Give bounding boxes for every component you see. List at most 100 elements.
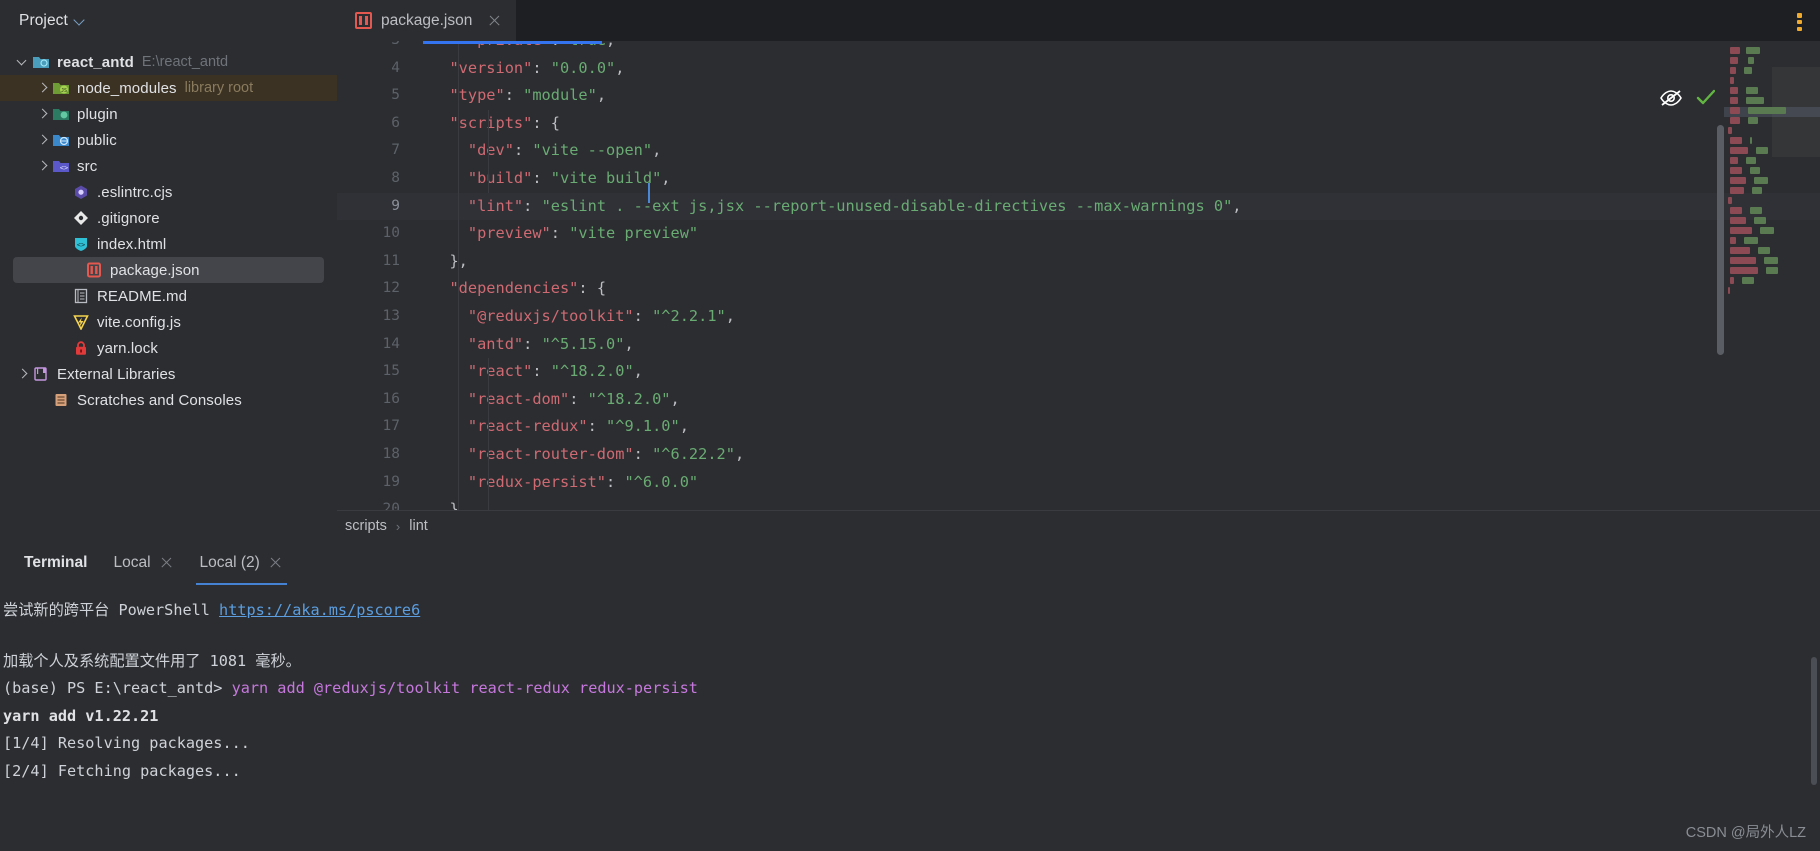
code-line[interactable]: "react-router-dom": "^6.22.2", bbox=[423, 441, 1820, 469]
code-line[interactable]: "@reduxjs/toolkit": "^2.2.1", bbox=[423, 303, 1820, 331]
main-row: react_antd E:\react_antd JS node_modules lib… bbox=[0, 41, 1820, 541]
code-line[interactable]: "react-dom": "^18.2.0", bbox=[423, 386, 1820, 414]
source-folder-icon: <> bbox=[52, 158, 70, 174]
minimap-string-block bbox=[1746, 87, 1758, 94]
inspection-widget[interactable] bbox=[1660, 89, 1716, 106]
minimap-key-block bbox=[1730, 177, 1746, 184]
text-caret bbox=[648, 182, 650, 203]
minimap-line bbox=[1724, 147, 1820, 157]
project-panel-header[interactable]: Project bbox=[0, 0, 337, 41]
code-line[interactable]: "build": "vite build", bbox=[423, 165, 1820, 193]
close-icon[interactable] bbox=[160, 556, 174, 570]
chevron-right-icon[interactable] bbox=[34, 153, 52, 179]
code-line[interactable]: "react": "^18.2.0", bbox=[423, 358, 1820, 386]
tree-item-label: react_antd bbox=[57, 53, 134, 71]
chevron-down-icon[interactable] bbox=[75, 15, 86, 26]
tree-item-yarn-lock[interactable]: yarn.lock bbox=[0, 335, 337, 361]
minimap-string-block bbox=[1760, 227, 1774, 234]
terminal-output[interactable]: 尝试新的跨平台 PowerShell https://aka.ms/pscore… bbox=[0, 585, 1820, 851]
tree-item--gitignore[interactable]: .gitignore bbox=[0, 205, 337, 231]
tree-item-label: External Libraries bbox=[57, 365, 176, 383]
chevron-right-icon[interactable] bbox=[34, 127, 52, 153]
minimap-key-block bbox=[1730, 147, 1748, 154]
tree-item-plugin[interactable]: plugin bbox=[0, 101, 337, 127]
code-line[interactable]: "antd": "^5.15.0", bbox=[423, 331, 1820, 359]
tree-item-label: vite.config.js bbox=[97, 313, 181, 331]
tree-item-scratches-and-consoles[interactable]: Scratches and Consoles bbox=[0, 387, 337, 413]
editor-tab-label: package.json bbox=[381, 11, 473, 29]
tree-item--eslintrc-cjs[interactable]: .eslintrc.cjs bbox=[0, 179, 337, 205]
minimap-line bbox=[1724, 177, 1820, 187]
lock-file-icon bbox=[72, 340, 90, 356]
watermark: CSDN @局外人LZ bbox=[1685, 825, 1806, 841]
tree-item-src[interactable]: <> src bbox=[0, 153, 337, 179]
minimap-line bbox=[1724, 157, 1820, 167]
tree-item-vite-config-js[interactable]: vite.config.js bbox=[0, 309, 337, 335]
code-line[interactable]: }, bbox=[423, 496, 1820, 510]
check-ok-icon[interactable] bbox=[1696, 89, 1716, 106]
terminal-title-label: Terminal bbox=[24, 554, 88, 571]
minimap-line bbox=[1724, 97, 1820, 107]
terminal-text: 尝试新的跨平台 PowerShell bbox=[3, 601, 220, 619]
chevron-right-icon[interactable] bbox=[34, 75, 52, 101]
code-line[interactable]: "redux-persist": "^6.0.0" bbox=[423, 469, 1820, 497]
minimap-key-block bbox=[1730, 237, 1736, 244]
code-line[interactable]: "preview": "vite preview" bbox=[423, 220, 1820, 248]
code-line[interactable]: }, bbox=[423, 248, 1820, 276]
minimap-key-block bbox=[1730, 227, 1752, 234]
close-icon[interactable] bbox=[487, 13, 502, 28]
tree-item-external-libraries[interactable]: External Libraries bbox=[0, 361, 337, 387]
line-number-gutter: 345678910111213141516171819202122 bbox=[337, 41, 423, 510]
tree-item-public[interactable]: public bbox=[0, 127, 337, 153]
code-content[interactable]: "private": true, "version": "0.0.0", "ty… bbox=[423, 41, 1820, 510]
terminal-link[interactable]: https://aka.ms/pscore6 bbox=[219, 601, 420, 619]
minimap-string-block bbox=[1766, 267, 1778, 274]
minimap-line bbox=[1724, 67, 1820, 77]
editor-vertical-scrollbar[interactable] bbox=[1717, 125, 1724, 355]
minimap-key-block bbox=[1730, 217, 1746, 224]
minimap-string-block bbox=[1746, 97, 1764, 104]
close-icon[interactable] bbox=[269, 556, 283, 570]
terminal-tab-label: Local bbox=[113, 554, 151, 571]
chevron-right-icon[interactable] bbox=[34, 101, 52, 127]
editor-area: 345678910111213141516171819202122 "priva… bbox=[337, 41, 1820, 541]
terminal-tab-local[interactable]: Local bbox=[100, 541, 186, 585]
breadcrumb-item-scripts[interactable]: scripts bbox=[345, 518, 387, 534]
code-editor[interactable]: 345678910111213141516171819202122 "priva… bbox=[337, 41, 1820, 510]
terminal-tab-bar: Terminal Local Local (2) bbox=[0, 541, 1820, 585]
chevron-down-icon[interactable] bbox=[14, 49, 32, 75]
tree-item-readme-md[interactable]: README.md bbox=[0, 283, 337, 309]
code-line[interactable]: "private": true, bbox=[423, 41, 1820, 55]
terminal-line: [1/4] Resolving packages... bbox=[3, 734, 250, 752]
minimap-string-block bbox=[1756, 147, 1768, 154]
editor-tab-package-json[interactable]: package.json bbox=[337, 0, 517, 41]
tree-item-node-modules[interactable]: JS node_modules library root bbox=[0, 75, 337, 101]
code-line[interactable]: "version": "0.0.0", bbox=[423, 55, 1820, 83]
breadcrumb-item-lint[interactable]: lint bbox=[409, 518, 428, 534]
code-line[interactable]: "dependencies": { bbox=[423, 275, 1820, 303]
code-line[interactable]: "type": "module", bbox=[423, 82, 1820, 110]
tree-item-package-json[interactable]: package.json bbox=[13, 257, 324, 283]
node-modules-folder-icon: JS bbox=[52, 80, 70, 96]
chevron-right-icon[interactable] bbox=[14, 361, 32, 387]
project-tree-panel[interactable]: react_antd E:\react_antd JS node_modules lib… bbox=[0, 41, 337, 541]
terminal-tab-local-2-[interactable]: Local (2) bbox=[187, 541, 296, 585]
tree-item-react-antd[interactable]: react_antd E:\react_antd bbox=[0, 49, 337, 75]
code-line[interactable]: "scripts": { bbox=[423, 110, 1820, 138]
terminal-panel: Terminal Local Local (2) 尝试新的跨平台 PowerShe… bbox=[0, 541, 1820, 851]
project-panel-title: Project bbox=[19, 11, 68, 29]
more-vertical-icon[interactable] bbox=[1797, 13, 1802, 31]
breadcrumb[interactable]: scripts › lint bbox=[337, 510, 1820, 541]
tree-item-label: src bbox=[77, 157, 98, 175]
public-folder-icon bbox=[52, 132, 70, 148]
editor-minimap[interactable] bbox=[1724, 47, 1820, 510]
eye-off-icon[interactable] bbox=[1660, 89, 1682, 106]
minimap-string-block bbox=[1754, 217, 1766, 224]
code-line[interactable]: "react-redux": "^9.1.0", bbox=[423, 413, 1820, 441]
code-line[interactable]: "lint": "eslint . --ext js,jsx --report-… bbox=[423, 192, 1820, 221]
minimap-line bbox=[1724, 287, 1820, 297]
terminal-scrollbar[interactable] bbox=[1811, 657, 1817, 785]
tree-item-index-html[interactable]: <> index.html bbox=[0, 231, 337, 257]
minimap-string-block bbox=[1748, 107, 1786, 114]
code-line[interactable]: "dev": "vite --open", bbox=[423, 137, 1820, 165]
